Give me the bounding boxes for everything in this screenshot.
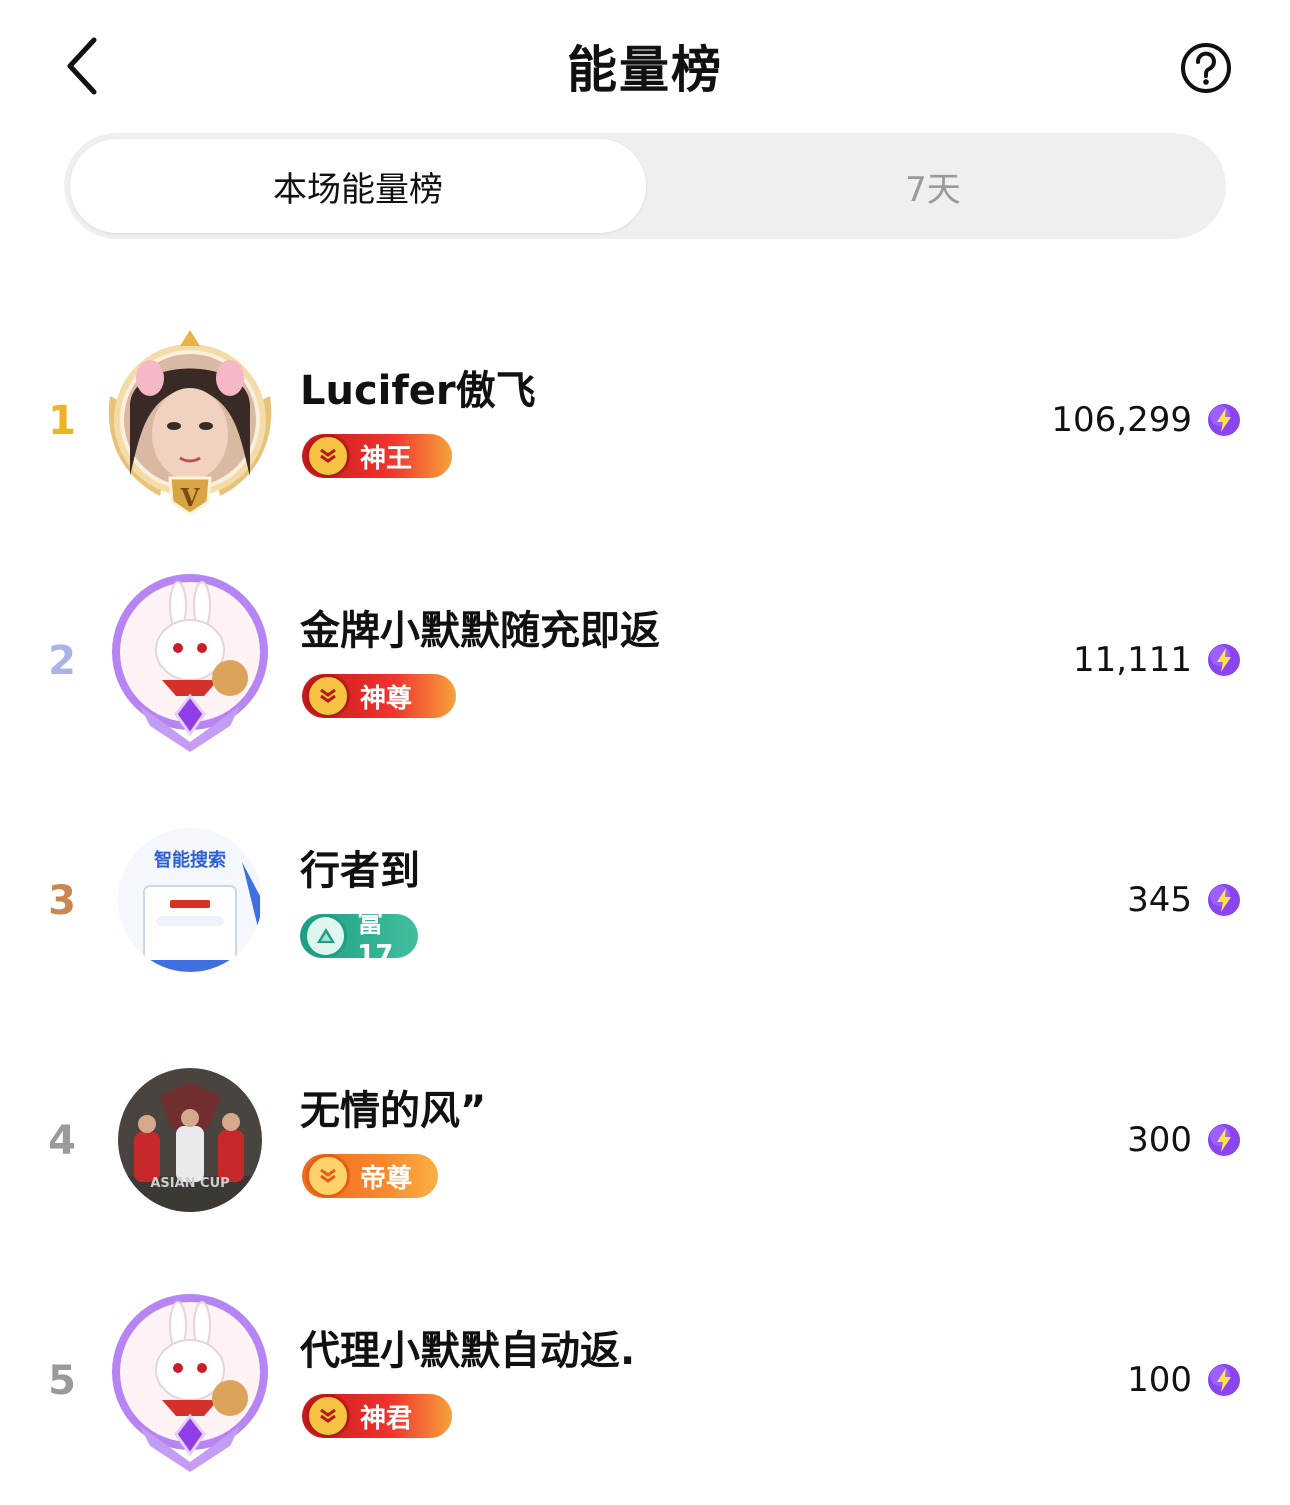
rank-number: 2	[48, 638, 76, 684]
avatar[interactable]	[100, 566, 280, 756]
help-button[interactable]	[1178, 40, 1234, 96]
energy-bolt-icon	[1208, 1124, 1240, 1156]
badge-label: 神君	[360, 1403, 413, 1434]
energy-value: 11,111	[1073, 640, 1192, 680]
energy-bolt-icon	[1208, 404, 1240, 436]
energy-bolt-icon	[1208, 884, 1240, 916]
avatar[interactable]: 智能搜索	[100, 806, 280, 996]
level-badge: 帝尊	[302, 1154, 438, 1198]
list-item[interactable]: 5 代理小默默自动返. 神君 100	[0, 1260, 1290, 1500]
svg-text:V: V	[180, 483, 200, 512]
level-badge: 富17	[300, 909, 418, 970]
energy-value: 345	[1127, 880, 1192, 920]
user-name[interactable]: Lucifer傲飞	[300, 358, 536, 416]
avatar-ad-text: 智能搜索	[154, 850, 226, 871]
chevron-shield-icon	[306, 1154, 350, 1198]
user-name[interactable]: 行者到	[300, 838, 420, 896]
level-badge: 神王	[302, 434, 452, 478]
page-title: 能量榜	[567, 41, 723, 99]
ranking-tabs: 本场能量榜 7天	[64, 133, 1226, 239]
rank-number: 3	[48, 878, 76, 924]
user-name[interactable]: 代理小默默自动返.	[300, 1318, 635, 1376]
avatar-watermark-text: ASIAN CUP	[150, 1176, 230, 1191]
chevron-shield-icon	[306, 674, 350, 718]
badge-label: 神王	[360, 443, 413, 474]
question-circle-icon	[1181, 43, 1231, 93]
energy-bolt-icon	[1208, 644, 1240, 676]
chevron-shield-icon	[306, 434, 350, 478]
triangle-gem-icon	[304, 914, 348, 958]
tab-current-session[interactable]: 本场能量榜	[70, 139, 646, 233]
list-item[interactable]: 2 金牌小默默随充即返 神尊 11,111	[0, 540, 1290, 780]
ranking-list: 1 V Lucifer傲飞 神王 106,299 2 金牌小默默随充即返 神尊 …	[0, 300, 1290, 1500]
rank-number: 1	[48, 398, 76, 444]
tab-7-days[interactable]: 7天	[646, 139, 1220, 233]
list-item[interactable]: 3 智能搜索 行者到 富17 345	[0, 780, 1290, 1020]
energy-value: 106,299	[1051, 400, 1192, 440]
energy-value: 300	[1127, 1120, 1192, 1160]
avatar[interactable]: ASIAN CUP	[100, 1046, 280, 1236]
chevron-shield-icon	[306, 1394, 350, 1438]
energy-bolt-icon	[1208, 1364, 1240, 1396]
avatar[interactable]	[100, 1286, 280, 1476]
list-item[interactable]: 1 V Lucifer傲飞 神王 106,299	[0, 300, 1290, 540]
list-item[interactable]: 4 ASIAN CUP 无情的风” 帝尊 300	[0, 1020, 1290, 1260]
rank-number: 5	[48, 1358, 76, 1404]
level-badge: 神君	[302, 1394, 452, 1438]
user-name[interactable]: 金牌小默默随充即返	[300, 598, 660, 656]
user-name[interactable]: 无情的风”	[300, 1078, 486, 1136]
avatar[interactable]: V	[100, 326, 280, 516]
level-badge: 神尊	[302, 674, 456, 718]
energy-value: 100	[1127, 1360, 1192, 1400]
badge-label: 神尊	[360, 683, 413, 714]
badge-label: 帝尊	[360, 1163, 413, 1194]
badge-label: 富17	[357, 908, 394, 970]
rank-number: 4	[48, 1118, 76, 1164]
header: 能量榜	[0, 0, 1290, 132]
